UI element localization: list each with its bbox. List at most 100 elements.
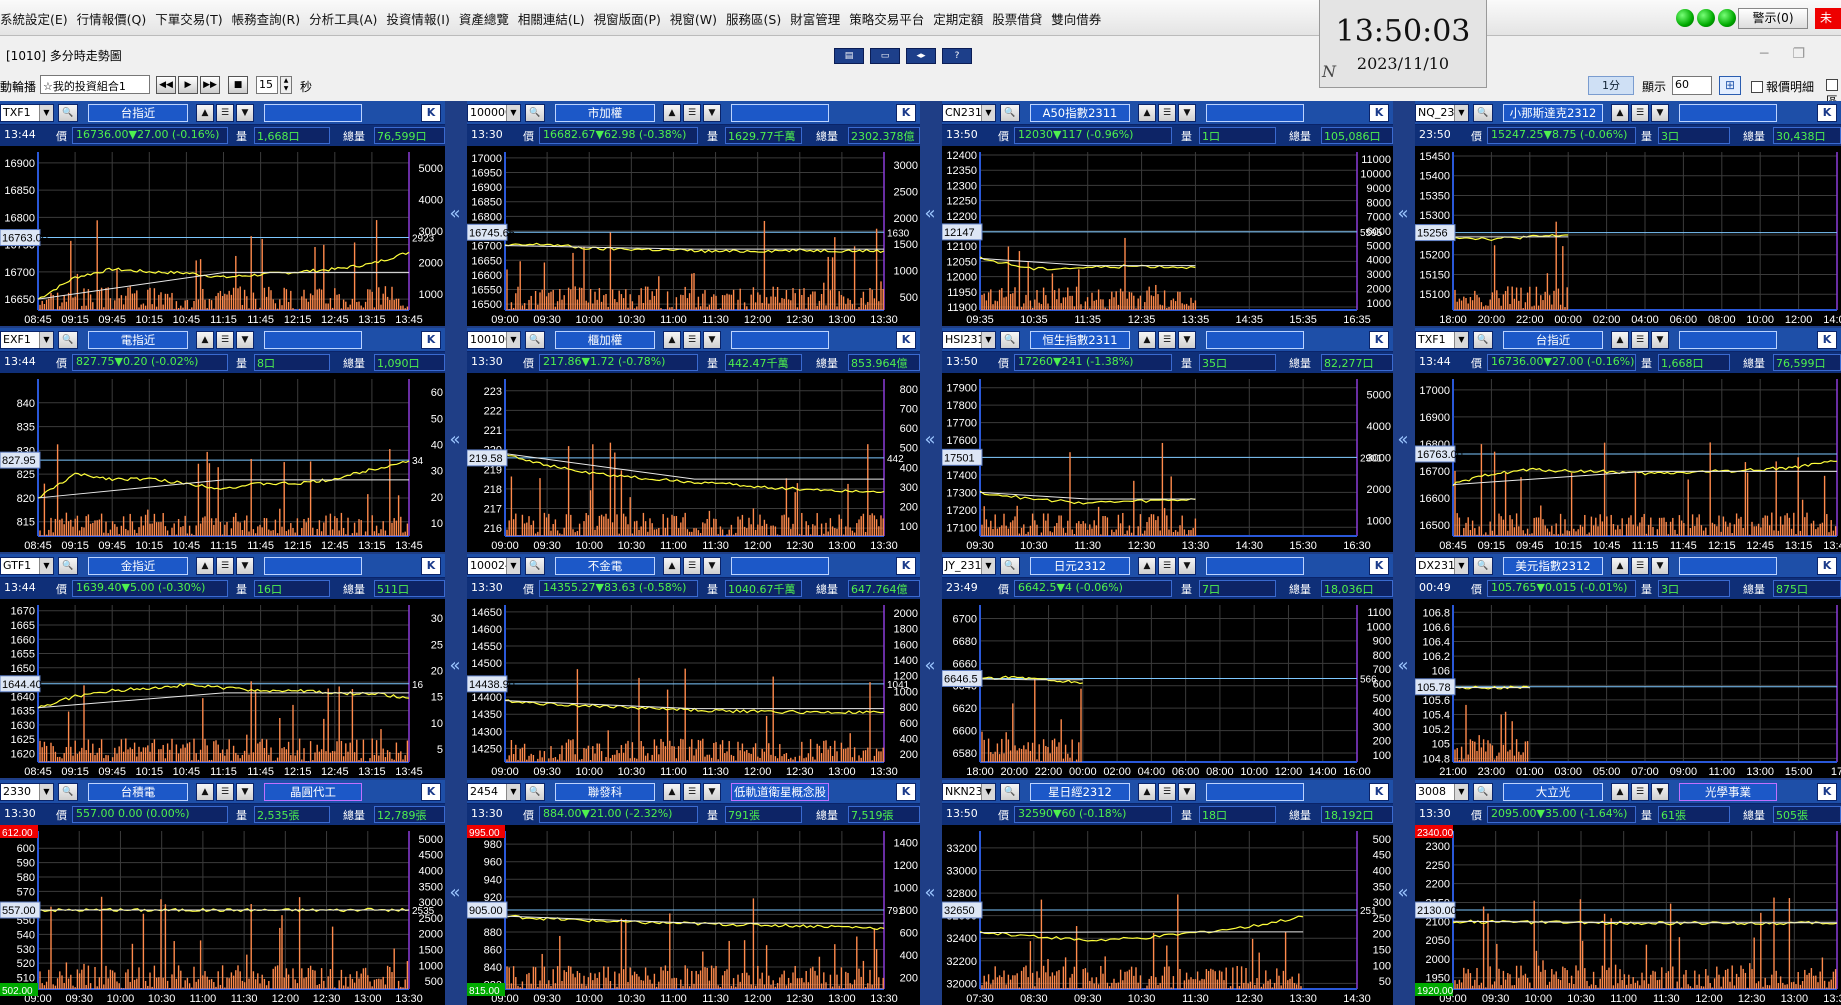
- symbol-select[interactable]: GTF1 ▼: [0, 557, 54, 575]
- collapse-arrow-icon[interactable]: «: [445, 101, 465, 326]
- list-icon[interactable]: ☰: [683, 104, 701, 122]
- minimize-icon[interactable]: ─: [1760, 46, 1768, 62]
- sector-tag[interactable]: [731, 331, 829, 349]
- search-icon[interactable]: 🔍: [58, 331, 78, 349]
- k-chart-button[interactable]: K: [896, 104, 916, 122]
- menu-item[interactable]: 財富管理: [790, 9, 840, 28]
- collapse-arrow-icon[interactable]: «: [1393, 101, 1413, 326]
- sector-tag[interactable]: 光學事業: [1679, 783, 1777, 801]
- unread-button[interactable]: 未: [1815, 8, 1841, 29]
- list-icon[interactable]: ☰: [1158, 783, 1176, 801]
- stop-button[interactable]: ■: [228, 76, 248, 94]
- symbol-name[interactable]: 台積電: [88, 783, 188, 801]
- collapse-arrow-icon[interactable]: «: [445, 328, 465, 552]
- symbol-name[interactable]: 台指近: [1503, 331, 1603, 349]
- menu-item[interactable]: 下單交易(T): [155, 9, 222, 28]
- search-icon[interactable]: 🔍: [525, 783, 545, 801]
- sector-tag[interactable]: [1206, 331, 1304, 349]
- search-icon[interactable]: 🔍: [1000, 104, 1020, 122]
- k-chart-button[interactable]: K: [1369, 557, 1389, 575]
- k-chart-button[interactable]: K: [1369, 104, 1389, 122]
- list-icon[interactable]: ☰: [1631, 783, 1649, 801]
- menu-item[interactable]: 資產總覽: [459, 9, 509, 28]
- symbol-name[interactable]: 台指近: [88, 104, 188, 122]
- symbol-name[interactable]: A50指數2311: [1030, 104, 1130, 122]
- list-icon[interactable]: ☰: [216, 104, 234, 122]
- chevron-down-icon[interactable]: ▼: [1651, 557, 1669, 575]
- portfolio-select[interactable]: ☆我的投資組合1: [40, 75, 150, 94]
- period-select[interactable]: 1分: [1588, 76, 1634, 95]
- chevron-down-icon[interactable]: ▼: [703, 783, 721, 801]
- list-icon[interactable]: ☰: [683, 331, 701, 349]
- k-chart-button[interactable]: K: [1369, 783, 1389, 801]
- symbol-select[interactable]: EXF1 ▼: [0, 331, 54, 349]
- list-icon[interactable]: ☰: [1158, 557, 1176, 575]
- sector-tag[interactable]: [1206, 104, 1304, 122]
- symbol-select[interactable]: HSI2311 ▼: [942, 331, 996, 349]
- list-icon[interactable]: ☰: [1158, 104, 1176, 122]
- search-icon[interactable]: 🔍: [1473, 104, 1493, 122]
- symbol-select[interactable]: 2330 ▼: [0, 783, 54, 801]
- arrow-up-icon[interactable]: ▲: [1611, 104, 1629, 122]
- menu-item[interactable]: 分析工具(A): [309, 9, 377, 28]
- k-chart-button[interactable]: K: [421, 783, 441, 801]
- list-icon[interactable]: ☰: [216, 783, 234, 801]
- chevron-down-icon[interactable]: ▼: [236, 331, 254, 349]
- collapse-arrow-icon[interactable]: «: [1393, 328, 1413, 552]
- menu-item[interactable]: 行情報價(Q): [77, 9, 147, 28]
- collapse-arrow-icon[interactable]: «: [920, 780, 940, 1005]
- chevron-down-icon[interactable]: ▼: [1178, 104, 1196, 122]
- k-chart-button[interactable]: K: [1817, 104, 1837, 122]
- k-chart-button[interactable]: K: [1817, 331, 1837, 349]
- search-icon[interactable]: 🔍: [58, 783, 78, 801]
- chevron-down-icon[interactable]: ▼: [1651, 104, 1669, 122]
- k-chart-button[interactable]: K: [1369, 331, 1389, 349]
- symbol-name[interactable]: 電指近: [88, 331, 188, 349]
- symbol-select[interactable]: 100000 ▼: [467, 104, 521, 122]
- search-icon[interactable]: 🔍: [58, 104, 78, 122]
- k-chart-button[interactable]: K: [1817, 557, 1837, 575]
- symbol-name[interactable]: 不金電: [555, 557, 655, 575]
- symbol-select[interactable]: 100100 ▼: [467, 331, 521, 349]
- k-chart-button[interactable]: K: [421, 557, 441, 575]
- quote-detail-checkbox[interactable]: 報價明細: [1751, 78, 1814, 95]
- arrow-up-icon[interactable]: ▲: [663, 783, 681, 801]
- symbol-name[interactable]: 恒生指數2311: [1030, 331, 1130, 349]
- chevron-down-icon[interactable]: ▼: [1651, 331, 1669, 349]
- chevron-down-icon[interactable]: ▼: [1178, 557, 1196, 575]
- alarm-button[interactable]: 警示(0): [1738, 8, 1808, 29]
- play-button[interactable]: ▶: [178, 76, 198, 94]
- menu-item[interactable]: 系統設定(E): [0, 9, 68, 28]
- sector-tag[interactable]: [1206, 557, 1304, 575]
- sector-tag[interactable]: 低軌道衛星概念股: [731, 783, 829, 801]
- arrow-up-icon[interactable]: ▲: [1611, 331, 1629, 349]
- collapse-arrow-icon[interactable]: «: [920, 328, 940, 552]
- chevron-down-icon[interactable]: ▼: [236, 783, 254, 801]
- collapse-arrow-icon[interactable]: «: [445, 554, 465, 778]
- symbol-select[interactable]: JY_2312 ▼: [942, 557, 996, 575]
- arrow-up-icon[interactable]: ▲: [663, 104, 681, 122]
- symbol-name[interactable]: 大立光: [1503, 783, 1603, 801]
- collapse-arrow-icon[interactable]: «: [445, 780, 465, 1005]
- arrow-up-icon[interactable]: ▲: [1138, 331, 1156, 349]
- list-icon[interactable]: ☰: [1631, 557, 1649, 575]
- menu-item[interactable]: 視窗版面(P): [594, 9, 661, 28]
- search-icon[interactable]: 🔍: [1473, 557, 1493, 575]
- k-chart-button[interactable]: K: [896, 783, 916, 801]
- collapse-arrow-icon[interactable]: «: [920, 554, 940, 778]
- show-count-input[interactable]: 60: [1672, 76, 1712, 95]
- chevron-down-icon[interactable]: ▼: [1178, 331, 1196, 349]
- symbol-select[interactable]: NKN2312 ▼: [942, 783, 996, 801]
- sector-tag[interactable]: [731, 557, 829, 575]
- sector-tag[interactable]: [264, 331, 362, 349]
- symbol-name[interactable]: 櫃加權: [555, 331, 655, 349]
- menu-item[interactable]: 帳務查詢(R): [232, 9, 300, 28]
- search-icon[interactable]: 🔍: [1000, 331, 1020, 349]
- chevron-down-icon[interactable]: ▼: [1178, 783, 1196, 801]
- menu-item[interactable]: 股票借貸: [992, 9, 1042, 28]
- arrow-up-icon[interactable]: ▲: [1138, 783, 1156, 801]
- k-chart-button[interactable]: K: [421, 104, 441, 122]
- collapse-arrow-icon[interactable]: «: [1393, 780, 1413, 1005]
- list-icon[interactable]: ☰: [1631, 331, 1649, 349]
- symbol-name[interactable]: 市加權: [555, 104, 655, 122]
